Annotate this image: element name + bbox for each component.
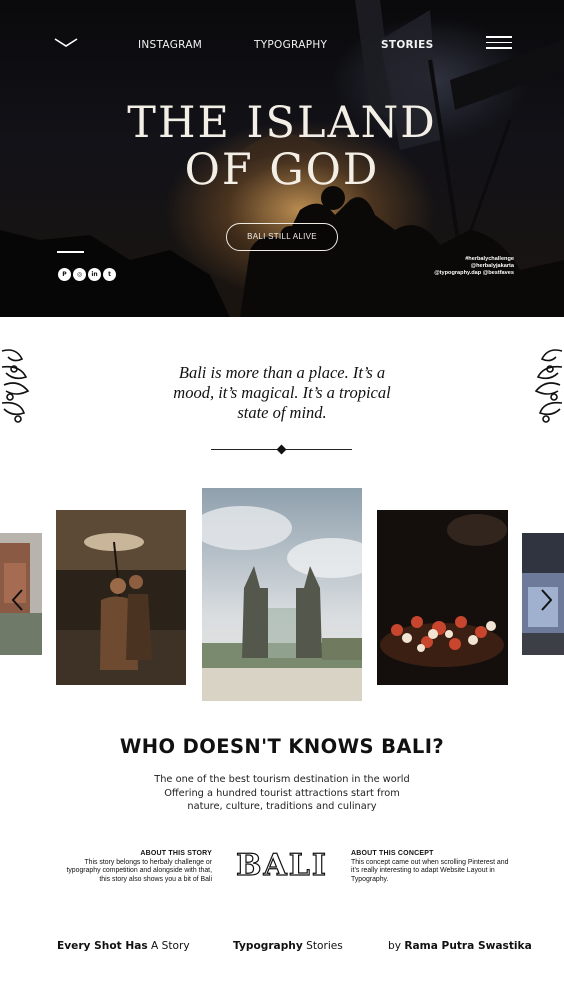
gallery-photo-dancers[interactable] [56,510,186,685]
hashtag-credits: #herbalychallenge @herbalyjakarta @typog… [434,256,514,277]
linkedin-icon[interactable]: in [88,268,101,281]
hero-banner: INSTAGRAM TYPOGRAPHY STORIES The Island … [0,0,564,317]
hero-accent-bar [57,251,84,253]
nav-link-instagram[interactable]: INSTAGRAM [138,39,202,51]
floral-ornament-left [0,345,32,425]
top-navigation: INSTAGRAM TYPOGRAPHY STORIES [0,34,564,56]
description-line: The one of the best tourism destination … [154,774,410,785]
hashtag-line: @herbalyjakarta [470,263,514,269]
footer-series: Typography Stories [233,940,343,952]
hashtag-line: @typography.dap @bestfaves [434,270,514,276]
description-line: nature, culture, traditions and culinary [187,801,377,813]
footer-series-bold: Typography [233,940,303,952]
instagram-icon[interactable]: ◎ [73,268,86,281]
twitter-icon[interactable]: t [103,268,116,281]
hero-cta-button[interactable]: BALI STILL ALIVE [226,223,338,251]
carousel-next-arrow-icon[interactable] [540,589,554,611]
footer-author-name: Rama Putra Swastika [404,940,532,952]
nav-link-typography[interactable]: TYPOGRAPHY [254,39,327,51]
footer-tagline-bold: Every Shot Has [57,940,148,952]
pinterest-icon[interactable]: P [58,268,71,281]
gallery-photo-satay-food[interactable] [377,510,508,685]
floral-ornament-right [532,345,564,425]
hero-title: The Island of God [0,100,564,194]
description-line: Offering a hundred tourist attractions s… [164,787,400,799]
about-story-text: This story belongs to herbaly challenge … [66,858,212,883]
bali-typography-logo: BALI [236,848,328,883]
carousel-prev-arrow-icon[interactable] [10,589,24,611]
about-story-heading: ABOUT THIS STORY [140,850,212,857]
footer-author: by Rama Putra Swastika [388,940,532,952]
quote-text: Bali is more than a place. It’s a mood, … [173,363,391,422]
about-story-block: ABOUT THIS STORY This story belongs to h… [60,850,212,884]
hero-title-line-1: The Island [127,98,437,148]
footer-tagline: Every Shot Has A Story [57,940,190,952]
about-concept-text: This concept came out when scrolling Pin… [351,858,509,883]
social-links: P ◎ in t [58,268,118,281]
divider-diamond-icon [276,444,287,455]
footer-author-prefix: by [388,940,405,952]
chevron-down-icon[interactable] [54,36,78,50]
about-concept-block: ABOUT THIS CONCEPT This concept came out… [351,850,511,884]
footer-series-rest: Stories [302,940,343,952]
hero-title-line-2: of God [184,145,380,195]
section-title: WHO DOESN'T KNOWS BALI? [119,735,445,758]
hashtag-line: #herbalychallenge [465,256,514,262]
footer-tagline-rest: A Story [147,940,190,952]
about-concept-heading: ABOUT THIS CONCEPT [351,850,434,857]
section-description: The one of the best tourism destination … [132,773,432,814]
gallery-photo-heaven-gate[interactable] [202,488,362,701]
nav-link-stories[interactable]: STORIES [381,39,433,51]
hamburger-menu-icon[interactable] [486,36,512,50]
